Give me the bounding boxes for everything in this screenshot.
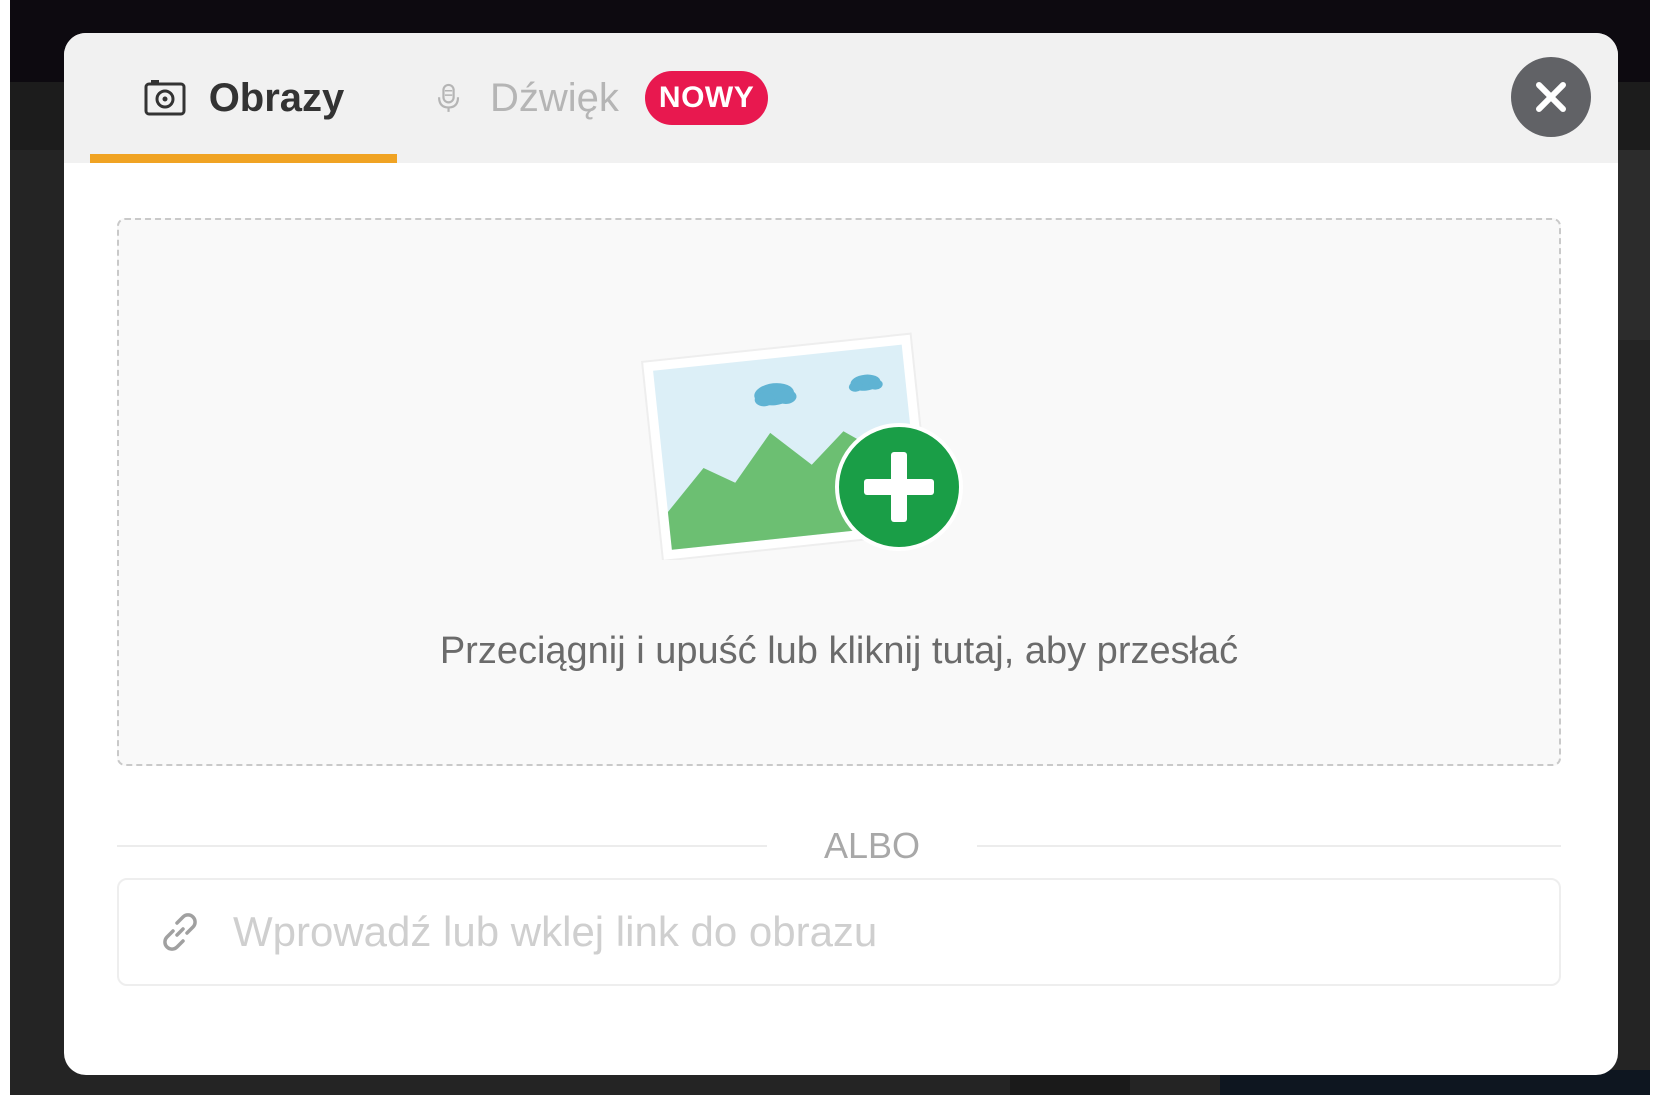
or-divider: ALBO — [117, 825, 1561, 866]
new-badge: NOWY — [644, 71, 769, 125]
tab-audio-label: Dźwięk — [490, 75, 619, 120]
backdrop-right-edge — [1650, 0, 1660, 1095]
divider-line — [117, 845, 767, 847]
close-button[interactable] — [1511, 57, 1591, 137]
divider-label: ALBO — [823, 825, 921, 866]
tab-bar: Obrazy Dźwięk NOWY — [64, 33, 1618, 163]
tab-audio[interactable]: Dźwięk NOWY — [434, 33, 794, 163]
camera-icon — [144, 80, 186, 116]
image-url-field — [117, 878, 1561, 986]
tab-images-label: Obrazy — [208, 75, 345, 120]
image-add-icon — [640, 332, 963, 560]
microphone-icon — [438, 83, 460, 112]
upload-dropzone[interactable]: Przeciągnij i upuść lub kliknij tutaj, a… — [117, 218, 1561, 766]
tab-images[interactable]: Obrazy — [90, 33, 397, 163]
divider-line — [977, 845, 1561, 847]
link-icon — [163, 913, 197, 951]
close-icon — [1536, 82, 1566, 112]
image-url-input[interactable] — [231, 891, 1559, 973]
dropzone-instruction: Przeciągnij i upuść lub kliknij tutaj, a… — [439, 630, 1239, 672]
backdrop-left-edge — [0, 0, 10, 1095]
upload-modal: Obrazy Dźwięk NOWY Przeciągnij i upuść l… — [64, 33, 1618, 1075]
